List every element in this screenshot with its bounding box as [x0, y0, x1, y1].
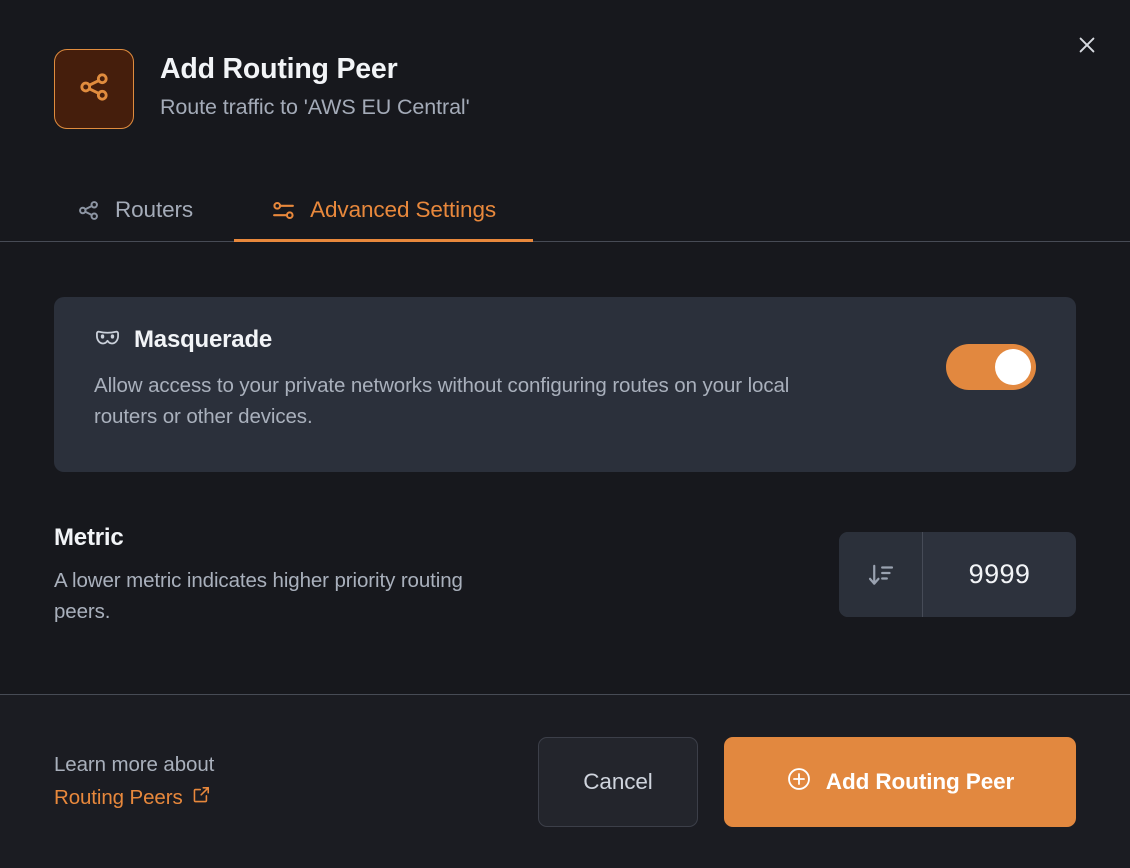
share-nodes-icon	[76, 198, 101, 223]
toggle-knob	[995, 349, 1031, 385]
modal-footer: Learn more about Routing Peers Cancel Ad…	[0, 694, 1130, 868]
masquerade-title: Masquerade	[134, 326, 273, 353]
close-icon	[1076, 34, 1098, 56]
close-button[interactable]	[1070, 28, 1104, 62]
page-title: Add Routing Peer	[160, 53, 398, 85]
metric-input[interactable]: 9999	[839, 532, 1076, 617]
add-routing-peer-modal: Add Routing Peer Route traffic to 'AWS E…	[0, 0, 1130, 868]
metric-text-block: Metric A lower metric indicates higher p…	[54, 524, 474, 627]
routing-peers-link-label: Routing Peers	[54, 786, 183, 809]
footer-actions: Cancel Add Routing Peer	[538, 736, 1076, 827]
share-nodes-icon	[76, 69, 112, 110]
sliders-horizontal-icon	[271, 198, 296, 223]
masquerade-text-block: Masquerade Allow access to your private …	[94, 324, 834, 432]
tab-advanced-settings-label: Advanced Settings	[310, 197, 497, 222]
add-routing-peer-button-label: Add Routing Peer	[825, 768, 1015, 794]
modal-body: Masquerade Allow access to your private …	[0, 242, 1130, 694]
cancel-button[interactable]: Cancel	[538, 736, 698, 827]
tab-advanced-settings[interactable]: Advanced Settings	[234, 174, 533, 242]
mask-icon	[94, 324, 121, 356]
tab-routers[interactable]: Routers	[76, 174, 193, 242]
routing-peers-link[interactable]: Routing Peers	[54, 783, 211, 813]
metric-title: Metric	[54, 524, 124, 551]
header-text-block: Add Routing Peer Route traffic to 'AWS E…	[160, 49, 470, 121]
sort-descending-icon	[839, 532, 923, 617]
masquerade-title-row: Masquerade	[94, 324, 834, 356]
tab-bar: Routers Advanced Settings	[0, 174, 1130, 242]
tab-routers-label: Routers	[115, 197, 194, 222]
modal-header: Add Routing Peer Route traffic to 'AWS E…	[0, 0, 1130, 129]
metric-section: Metric A lower metric indicates higher p…	[54, 524, 1076, 627]
metric-value[interactable]: 9999	[923, 532, 1076, 617]
learn-more-block: Learn more about Routing Peers	[54, 750, 214, 812]
masquerade-toggle[interactable]	[946, 344, 1036, 390]
metric-description: A lower metric indicates higher priority…	[54, 569, 463, 624]
header-icon-badge	[54, 49, 134, 129]
plus-circle-icon	[786, 766, 812, 798]
external-link-icon	[192, 783, 211, 813]
masquerade-description: Allow access to your private networks wi…	[94, 374, 790, 429]
learn-more-text: Learn more about	[54, 753, 215, 777]
page-subtitle: Route traffic to 'AWS EU Central'	[160, 94, 470, 119]
add-routing-peer-button[interactable]: Add Routing Peer	[724, 736, 1076, 827]
masquerade-card: Masquerade Allow access to your private …	[54, 297, 1076, 472]
